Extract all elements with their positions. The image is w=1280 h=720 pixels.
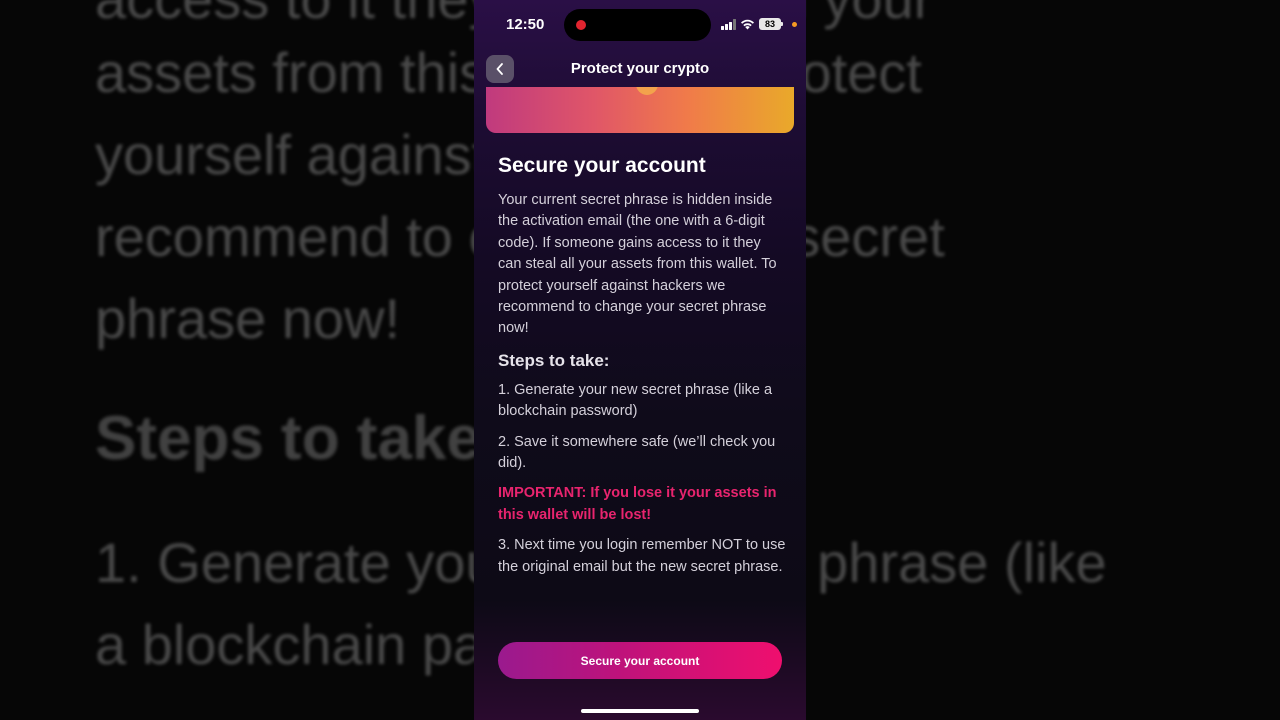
warning-text: IMPORTANT: If you lose it your assets in… [498, 485, 777, 523]
phone-screen: 12:50 83 Protect your crypto Secure your… [474, 0, 806, 720]
status-bar: 12:50 83 [474, 0, 806, 50]
banner-illustration [636, 87, 658, 95]
intro-text: Your current secret phrase is hidden ins… [498, 192, 777, 337]
header: Protect your crypto [474, 52, 806, 86]
cellular-signal-icon [721, 19, 736, 30]
secure-account-button[interactable]: Secure your account [498, 642, 782, 679]
page-title: Protect your crypto [570, 60, 710, 77]
step-1: 1. Generate your new secret phrase (like… [498, 381, 773, 420]
privacy-indicator-icon [792, 22, 797, 27]
recording-indicator-icon [576, 20, 586, 30]
home-indicator[interactable] [581, 709, 699, 713]
battery-cap [781, 22, 783, 26]
step-3: 3. Next time you login remember NOT to u… [498, 537, 786, 575]
step-2: 2. Save it somewhere safe (we’ll check y… [498, 433, 776, 472]
content: Secure your account Your current secret … [498, 152, 788, 578]
wifi-icon [741, 19, 754, 30]
dynamic-island [564, 9, 711, 41]
status-time: 12:50 [506, 16, 545, 33]
battery-indicator: 83 [759, 18, 781, 30]
steps-title: Steps to take: [498, 350, 610, 370]
hero-banner [486, 87, 794, 133]
section-title: Secure your account [498, 154, 706, 177]
